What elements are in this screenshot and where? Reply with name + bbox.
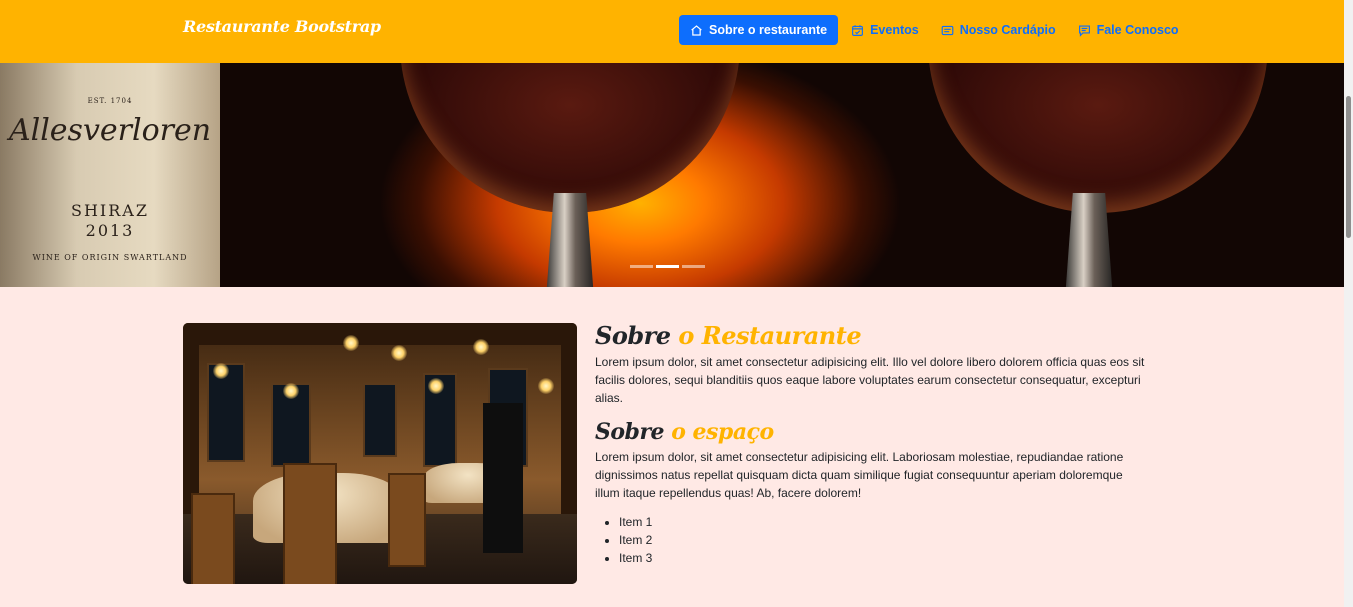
carousel-indicator-2[interactable]: [656, 265, 679, 268]
list-item: Item 3: [619, 549, 1155, 567]
section-title-restaurante: Sobre o Restaurante: [595, 324, 1155, 348]
hero-carousel: EST. 1704 Allesverloren SHIRAZ 2013 WINE…: [0, 63, 1344, 287]
nav-item-sobre-restaurante[interactable]: Sobre o restaurante: [679, 15, 839, 45]
bottle-origin-text: WINE OF ORIGIN SWARTLAND: [32, 253, 188, 262]
nav-item-eventos[interactable]: Eventos: [840, 15, 930, 45]
chat-icon: [1078, 24, 1090, 37]
menu-card-icon: [941, 25, 954, 35]
carousel-indicators: [630, 265, 705, 268]
bottle-brand-text: Allesverloren: [8, 113, 212, 148]
about-section: Sobre o Restaurante Lorem ipsum dolor, s…: [595, 323, 1155, 567]
nav-item-cardapio[interactable]: Nosso Cardápio: [930, 15, 1067, 45]
title-dark-part: Sobre: [595, 321, 671, 350]
wine-glass-left: [400, 63, 740, 213]
nav-item-label: Sobre o restaurante: [709, 23, 828, 37]
bottle-year-text: 2013: [85, 221, 135, 240]
restaurant-interior-image: [183, 323, 577, 584]
scrollbar-thumb[interactable]: [1346, 96, 1351, 238]
brand-logo[interactable]: Restaurante Bootstrap: [183, 17, 381, 36]
bottle-variety-text: SHIRAZ: [71, 201, 149, 220]
house-icon: [691, 24, 702, 36]
carousel-indicator-1[interactable]: [630, 265, 653, 268]
nav-item-fale-conosco[interactable]: Fale Conosco: [1067, 15, 1190, 45]
bottle-est-text: EST. 1704: [87, 97, 133, 105]
nav-menu: Sobre o restaurante Eventos Nosso Cardáp…: [679, 15, 1190, 45]
page-scrollbar[interactable]: [1344, 0, 1353, 607]
title-accent-part: o espaço: [671, 419, 774, 445]
title-accent-part: o Restaurante: [678, 321, 862, 350]
wine-bottle-image: EST. 1704 Allesverloren SHIRAZ 2013 WINE…: [0, 63, 220, 287]
items-list: Item 1 Item 2 Item 3: [595, 513, 1155, 567]
list-item: Item 1: [619, 513, 1155, 531]
list-item: Item 2: [619, 531, 1155, 549]
section-paragraph-restaurante: Lorem ipsum dolor, sit amet consectetur …: [595, 355, 1145, 405]
navbar: Restaurante Bootstrap Sobre o restaurant…: [0, 0, 1344, 63]
wine-glass-right: [928, 63, 1268, 213]
carousel-indicator-3[interactable]: [682, 265, 705, 268]
section-paragraph-espaco: Lorem ipsum dolor, sit amet consectetur …: [595, 450, 1124, 500]
section-title-espaco: Sobre o espaço: [595, 421, 1155, 443]
nav-item-label: Eventos: [870, 23, 919, 37]
title-dark-part: Sobre: [595, 419, 665, 445]
calendar-check-icon: [852, 24, 864, 36]
nav-item-label: Fale Conosco: [1096, 23, 1179, 37]
nav-item-label: Nosso Cardápio: [959, 23, 1056, 37]
